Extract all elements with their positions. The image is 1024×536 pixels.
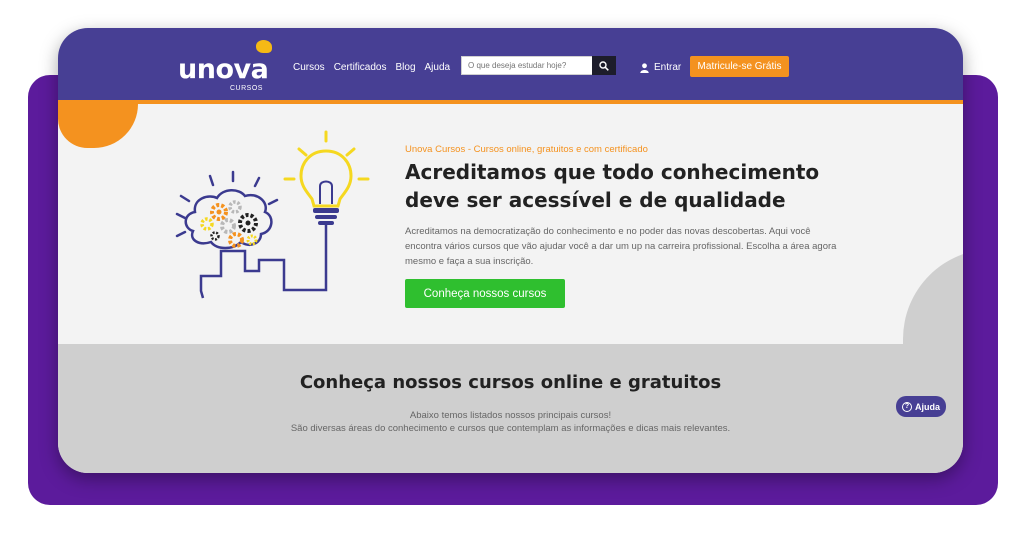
logo-subtitle: CURSOS [230,85,263,92]
main-nav: Cursos Certificados Blog Ajuda [293,62,450,73]
courses-subtitle-line2: São diversas áreas do conhecimento e cur… [290,423,731,434]
nav-ajuda[interactable]: Ajuda [425,62,451,73]
gears-icon [200,200,258,248]
login-link[interactable]: Entrar [640,62,681,73]
hero-section: Unova Cursos - Cursos online, gratuitos … [58,104,963,439]
orange-blob-decoration [58,104,138,148]
help-icon: ? [901,401,912,412]
courses-section: Conheça nossos cursos online e gratuitos… [58,344,963,473]
logo-mark-icon [256,40,272,53]
courses-subtitle: Abaixo temos listados nossos principais … [58,409,963,435]
nav-certificados[interactable]: Certificados [334,62,387,73]
nav-cursos[interactable]: Cursos [293,62,325,73]
courses-subtitle-line1: Abaixo temos listados nossos principais … [409,410,612,421]
search-icon [599,60,609,71]
browser-frame: unova CURSOS Cursos Certificados Blog Aj… [58,28,963,473]
lightbulb-icon [299,149,353,225]
nav-blog[interactable]: Blog [396,62,416,73]
hero-kicker: Unova Cursos - Cursos online, gratuitos … [405,144,648,155]
user-icon [640,62,649,73]
hero-paragraph: Acreditamos na democratização do conheci… [405,226,837,267]
help-button[interactable]: ? Ajuda [896,396,946,417]
courses-title: Conheça nossos cursos online e gratuitos [299,372,722,393]
help-label: Ajuda [914,401,940,412]
courses-cta-button[interactable]: Conheça nossos cursos [405,279,565,308]
login-label: Entrar [654,62,682,73]
enroll-button[interactable]: Matricule-se Grátis [690,56,789,77]
site-header: unova CURSOS Cursos Certificados Blog Aj… [58,28,963,104]
unova-logo[interactable]: unova CURSOS [178,40,278,92]
hero-headline: Acreditamos que todo conhecimento deve s… [405,160,820,212]
logo-wordmark: unova [178,54,269,85]
brain-lightbulb-illustration [175,130,370,299]
search-button[interactable] [592,56,616,75]
